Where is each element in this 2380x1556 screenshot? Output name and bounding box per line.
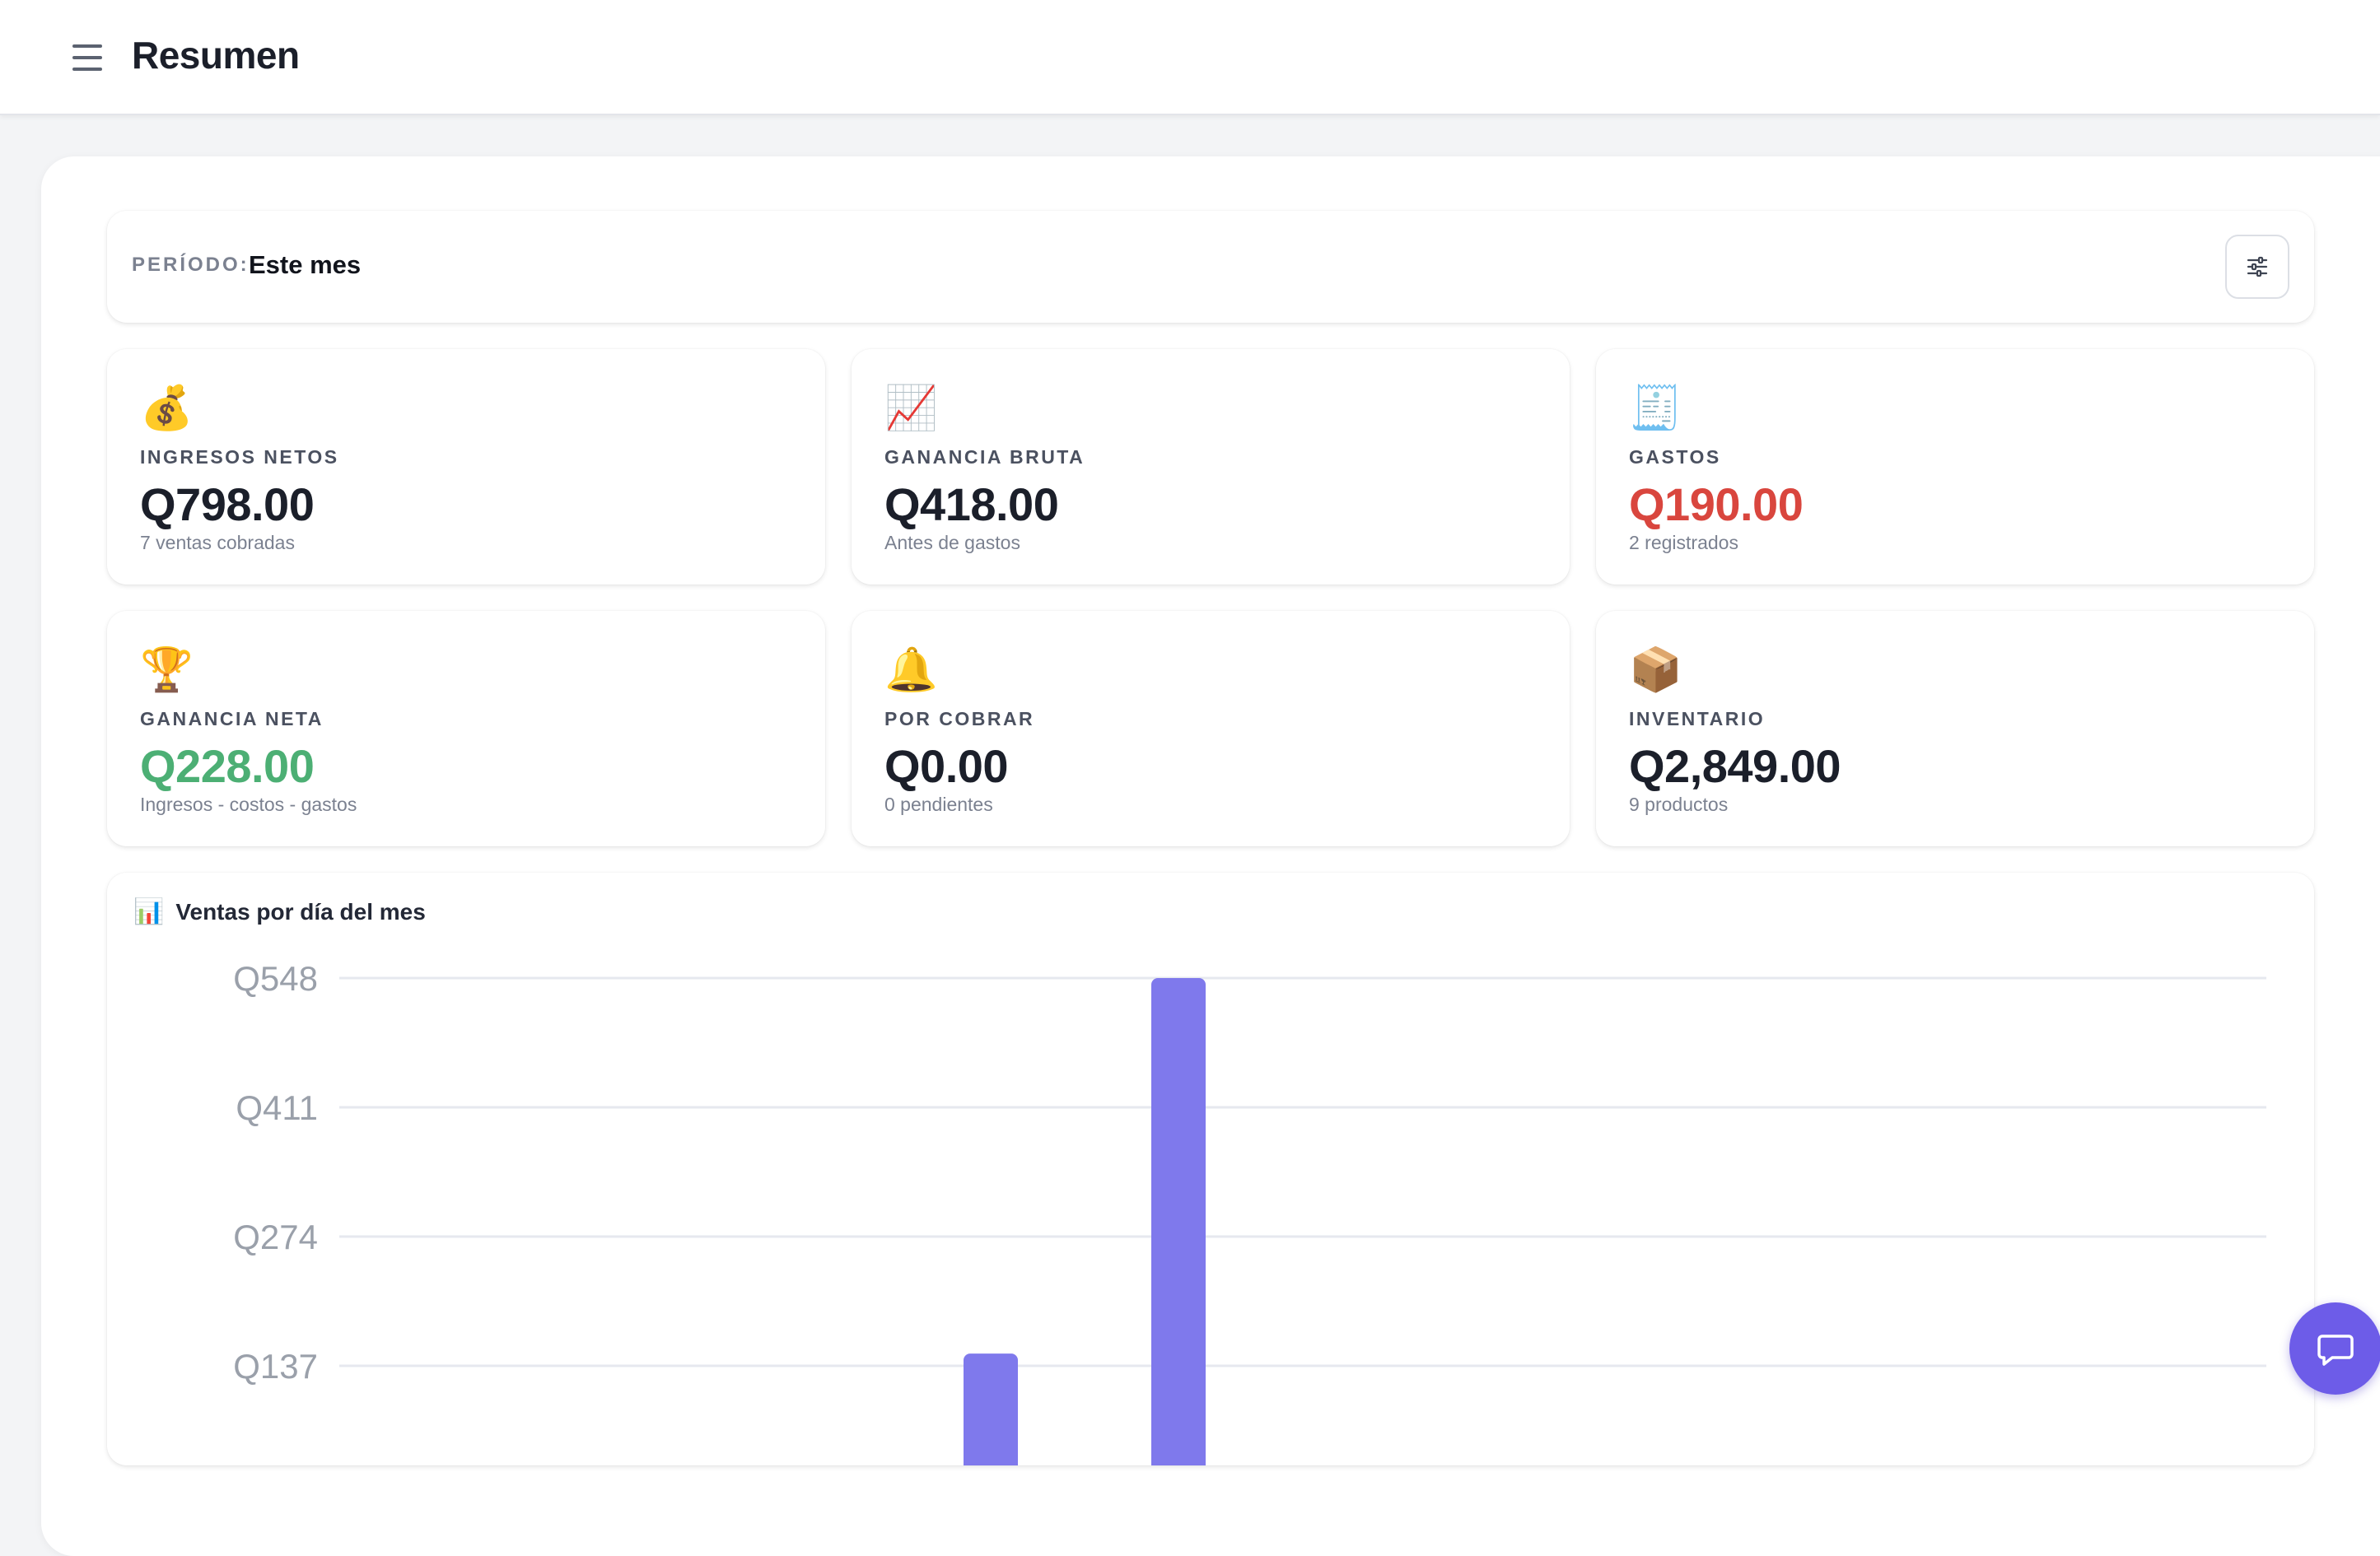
stat-card-ganancia-neta: 🏆 GANANCIA NETA Q228.00 Ingresos - costo…: [107, 611, 825, 846]
stat-card-por-cobrar: 🔔 POR COBRAR Q0.00 0 pendientes: [852, 611, 1570, 846]
stat-subtext: 9 productos: [1629, 794, 1729, 815]
top-bar: Resumen: [0, 0, 2380, 115]
stat-value: Q228.00: [140, 740, 315, 792]
stat-card-ganancia-bruta: 📈 GANANCIA BRUTA Q418.00 Antes de gastos: [852, 349, 1570, 585]
stat-subtext: Antes de gastos: [884, 532, 1020, 553]
chat-button[interactable]: [2289, 1302, 2380, 1395]
money-bag-icon: 💰: [140, 384, 194, 433]
chart-bar[interactable]: [964, 1353, 1018, 1465]
stat-card-gastos: 🧾 GASTOS Q190.00 2 registrados: [1596, 349, 2314, 585]
chart-bar[interactable]: [1151, 978, 1206, 1465]
period-value[interactable]: Este mes: [249, 250, 361, 280]
chart-up-icon: 📈: [884, 384, 938, 433]
package-icon: 📦: [1629, 645, 1682, 695]
trophy-icon: 🏆: [140, 645, 194, 695]
bell-icon: 🔔: [884, 645, 938, 695]
hamburger-menu-icon[interactable]: [72, 44, 102, 71]
stat-label: INGRESOS NETOS: [140, 446, 339, 468]
stat-label: GANANCIA BRUTA: [884, 446, 1085, 468]
receipt-icon: 🧾: [1629, 384, 1682, 433]
stat-value: Q0.00: [884, 740, 1009, 792]
stat-label: GASTOS: [1629, 446, 1721, 468]
y-tick-label: Q137: [233, 1347, 318, 1386]
y-tick-label: Q411: [236, 1088, 318, 1127]
page-title: Resumen: [132, 34, 300, 77]
chat-bubble-icon: [2317, 1335, 2354, 1366]
y-tick-label: Q274: [233, 1218, 318, 1256]
stat-subtext: 0 pendientes: [884, 794, 993, 815]
stat-subtext: 7 ventas cobradas: [140, 532, 295, 553]
stat-label: POR COBRAR: [884, 708, 1035, 729]
stat-subtext: Ingresos - costos - gastos: [140, 794, 357, 815]
stat-card-inventario: 📦 INVENTARIO Q2,849.00 9 productos: [1596, 611, 2314, 846]
filter-button[interactable]: [2225, 235, 2289, 299]
sales-chart-card: 📊 Ventas por día del mes Q548 Q411 Q274 Q13…: [107, 873, 2314, 1465]
stat-value: Q190.00: [1629, 478, 1804, 530]
y-tick-label: Q548: [233, 959, 318, 998]
stat-value: Q2,849.00: [1629, 740, 1841, 792]
period-selector: PERÍODO: Este mes: [107, 211, 2314, 323]
sales-bar-chart: Q548 Q411 Q274 Q137: [233, 959, 2266, 1465]
period-label: PERÍODO:: [132, 254, 250, 276]
stat-value: Q418.00: [884, 478, 1059, 530]
stat-value: Q798.00: [140, 478, 315, 530]
stat-label: GANANCIA NETA: [140, 708, 324, 729]
sliders-icon: [2247, 256, 2268, 277]
stat-card-ingresos-netos: 💰 INGRESOS NETOS Q798.00 7 ventas cobrad…: [107, 349, 825, 585]
stat-label: INVENTARIO: [1629, 708, 1766, 729]
stat-subtext: 2 registrados: [1629, 532, 1738, 553]
